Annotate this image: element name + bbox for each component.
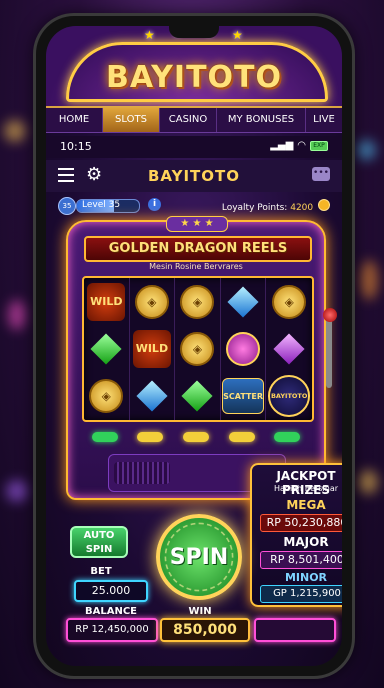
phone-screen: ★ ★ ★ ★ ★ BAYITOTO HOME SLOTS CASINO MY …	[46, 26, 342, 666]
game-title: GOLDEN DRAGON REELS	[84, 236, 312, 262]
battery-icon: EXP	[310, 140, 328, 151]
device-status-bar: 10:15 ▂▄▆ ◠ EXP	[46, 136, 342, 158]
win-label: WIN	[188, 606, 212, 617]
green-gem-icon	[90, 333, 122, 365]
reel-cell: ◈	[130, 278, 176, 326]
gold-coin-icon: ◈	[180, 331, 215, 366]
reel-cell	[130, 372, 176, 420]
jackpot-panel: JACKPOT PRIZES Hadiah Bersinar MEGA RP 5…	[250, 463, 342, 607]
wifi-icon: ◠	[297, 140, 306, 151]
info-icon[interactable]: i	[148, 198, 161, 211]
blue-gem-icon	[136, 380, 168, 412]
empty-display-box	[254, 618, 336, 642]
loyalty-value: 4200	[290, 203, 314, 213]
machine-button[interactable]	[228, 432, 255, 442]
reel-cell	[221, 325, 267, 373]
auto-spin-button[interactable]: AUTO SPIN	[70, 526, 128, 558]
jackpot-mega-value: RP 50,230,880	[260, 514, 342, 532]
level-label: Level 35	[82, 200, 121, 210]
wild-dragon-icon: WILD	[87, 282, 126, 321]
logo-marquee: ★ ★ ★ ★ ★ BAYITOTO	[46, 26, 342, 108]
wild-dragon-icon: WILD	[132, 329, 171, 368]
reel-cell: ◈	[175, 278, 221, 326]
machine-button[interactable]	[274, 432, 301, 442]
gold-coin-icon: ◈	[180, 284, 215, 319]
status-time: 10:15	[60, 140, 92, 153]
top-navigation: HOME SLOTS CASINO MY BONUSES LIVE	[46, 108, 342, 133]
level-badge: 35	[58, 197, 76, 215]
reel-cell: ◈	[84, 372, 130, 420]
jackpot-mega-label: MEGA	[286, 498, 326, 512]
phone-frame: ★ ★ ★ ★ ★ BAYITOTO HOME SLOTS CASINO MY …	[36, 16, 352, 676]
bet-value-field[interactable]: 25.000	[74, 580, 148, 602]
reel-cell: WILD	[84, 278, 130, 326]
gold-coin-icon: ◈	[272, 284, 307, 319]
reel-cell	[175, 372, 221, 420]
nav-live[interactable]: LIVE	[306, 108, 342, 132]
loyalty-points: Loyalty Points: 4200	[222, 199, 330, 213]
signal-icon: ▂▄▆	[270, 140, 294, 151]
win-value: 850,000	[160, 618, 250, 642]
reel-cell	[84, 325, 130, 373]
machine-button[interactable]	[137, 432, 164, 442]
machine-button[interactable]	[91, 432, 118, 442]
machine-crown-stars: ★ ★ ★	[166, 216, 228, 232]
spin-button[interactable]: SPIN	[156, 514, 242, 600]
app-title: BAYITOTO	[147, 167, 241, 185]
player-level-row: 35 Level 35 i Loyalty Points: 4200	[46, 194, 342, 216]
machine-button[interactable]	[182, 432, 209, 442]
app-header: ⚙ BAYITOTO •••	[46, 160, 342, 192]
bayitoto-logo-icon: BAYITOTO	[268, 375, 311, 418]
jackpot-minor-value: GP 1,215,900	[260, 585, 342, 603]
reel-grid: WILD ◈ ◈ ◈ WILD ◈ ◈ SCATTER BAYITOTO	[82, 276, 314, 422]
balance-value: RP 12,450,000	[66, 618, 158, 642]
slot-machine: ★ ★ ★ GOLDEN DRAGON REELS Mesin Rosine B…	[66, 216, 337, 500]
blue-gem-icon	[227, 286, 259, 318]
jade-coin-icon	[226, 331, 261, 366]
star-icon: ★	[232, 28, 243, 42]
game-subtitle: Mesin Rosine Bervrares	[149, 262, 243, 271]
jackpot-major-value: RP 8,501,400	[260, 551, 342, 569]
coin-icon	[318, 199, 330, 211]
green-gem-icon	[181, 380, 214, 412]
jackpot-major-label: MAJOR	[283, 535, 329, 549]
bet-label: BET	[90, 566, 112, 577]
reel-cell: SCATTER	[221, 372, 267, 420]
brand-logo: BAYITOTO	[105, 60, 283, 95]
jackpot-minor-label: MINOR	[284, 571, 328, 584]
reel-cell: ◈	[175, 325, 221, 373]
reel-cell: BAYITOTO	[266, 373, 312, 420]
reel-cell: WILD	[130, 325, 176, 373]
loyalty-label: Loyalty Points:	[221, 203, 288, 213]
jackpot-subtitle: Hadiah Bersinar	[273, 484, 339, 493]
nav-my-bonuses[interactable]: MY BONUSES	[217, 108, 306, 132]
purple-gem-icon	[273, 333, 305, 365]
reel-cell	[221, 278, 267, 326]
lever-arm[interactable]	[326, 318, 332, 388]
scatter-icon: SCATTER	[222, 378, 265, 415]
camera-notch	[169, 26, 219, 38]
gold-coin-icon: ◈	[134, 284, 169, 319]
chat-icon[interactable]: •••	[312, 167, 330, 181]
machine-button-deck	[82, 426, 310, 448]
speaker-grille	[114, 462, 170, 484]
nav-slots[interactable]: SLOTS	[103, 108, 160, 132]
lever-knob[interactable]	[323, 308, 337, 322]
status-icons: ▂▄▆ ◠ EXP	[270, 140, 328, 151]
nav-casino[interactable]: CASINO	[160, 108, 217, 132]
reel-cell: ◈	[266, 278, 312, 325]
balance-label: BALANCE	[84, 606, 137, 617]
nav-home[interactable]: HOME	[46, 108, 103, 132]
star-icon: ★	[144, 28, 155, 42]
gold-coin-icon: ◈	[89, 379, 124, 414]
reel-cell	[266, 325, 312, 372]
